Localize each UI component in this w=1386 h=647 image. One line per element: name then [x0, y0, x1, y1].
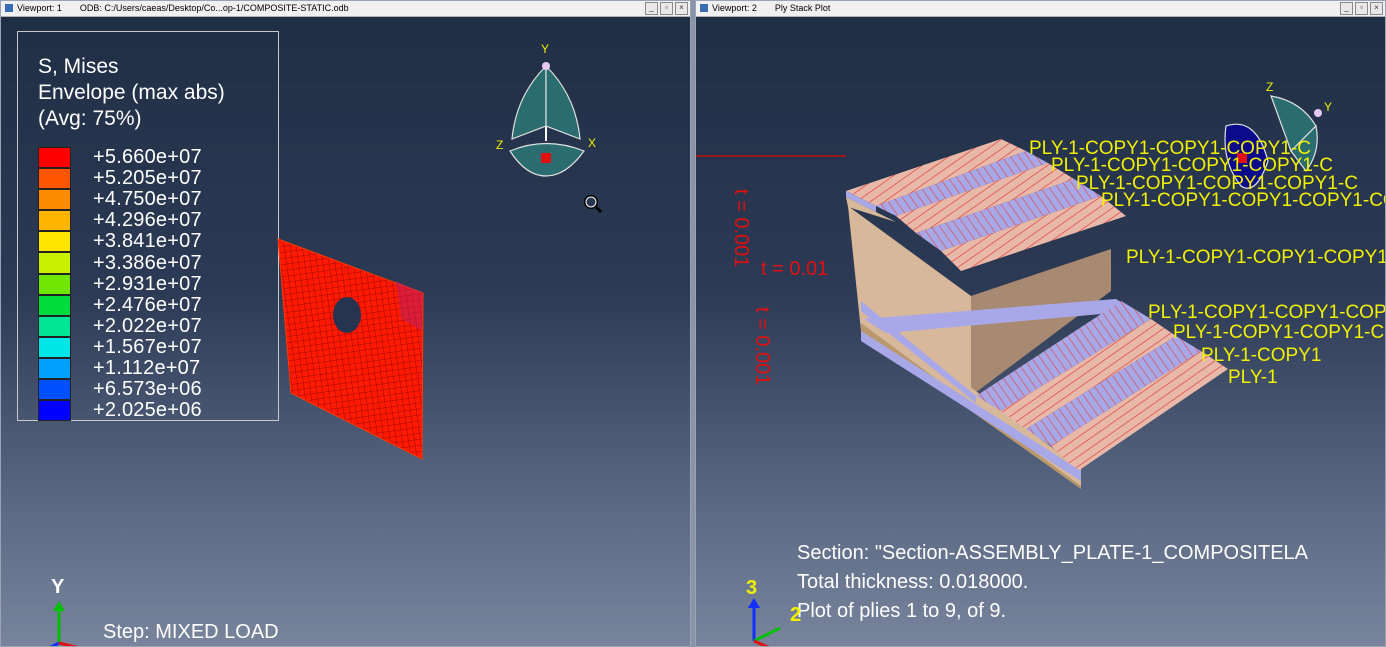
global-axes: Y — [49, 576, 78, 646]
viewport-2[interactable]: Viewport: 2 Ply Stack Plot _ ▫ × t = 0.0… — [695, 0, 1386, 647]
ply-label: PLY-1-COPY1 — [1201, 345, 1321, 366]
zoom-cursor-icon — [584, 195, 603, 214]
ply-label: PLY-1-COPY1-COPY1-COPY1-CO — [1101, 190, 1386, 211]
step-label: Step: MIXED LOAD — [103, 621, 279, 643]
triad2-z-label: Z — [1266, 80, 1273, 94]
axis-3-label: 3 — [746, 577, 757, 599]
triad-x-label: X — [588, 136, 596, 150]
triad-y-label: Y — [541, 42, 549, 56]
global-axes-2: 3 2 — [746, 577, 801, 646]
section-label: Section: "Section-ASSEMBLY_PLATE-1_COMPO… — [797, 542, 1309, 564]
axis-y-label: Y — [51, 576, 65, 598]
axis-2-label: 2 — [790, 604, 801, 626]
ply-label: PLY-1 — [1228, 367, 1278, 388]
ply-label: PLY-1-COPY1-COPY1-COPY1-C — [1126, 247, 1386, 268]
viewport-1[interactable]: Viewport: 1 ODB: C:/Users/caeas/Desktop/C… — [0, 0, 691, 647]
plot-of-plies-label: Plot of plies 1 to 9, of 9. — [797, 600, 1007, 622]
ply-label: PLY-1-COPY1-COPY1-COPY1 — [1148, 302, 1386, 323]
triad-z-label: Z — [496, 138, 503, 152]
thickness-label-mid: t = 0.01 — [761, 258, 828, 280]
thickness-label-bottom-1: t = 0.001 — [751, 307, 773, 385]
triad2-y-label: Y — [1324, 100, 1332, 114]
view-triad[interactable]: Y Z X — [496, 41, 616, 191]
total-thickness-label: Total thickness: 0.018000. — [797, 571, 1029, 593]
ply-label: PLY-1-COPY1-COPY1-COPY — [1173, 322, 1386, 343]
thickness-label-top-1: t = 0.001 — [730, 189, 752, 267]
